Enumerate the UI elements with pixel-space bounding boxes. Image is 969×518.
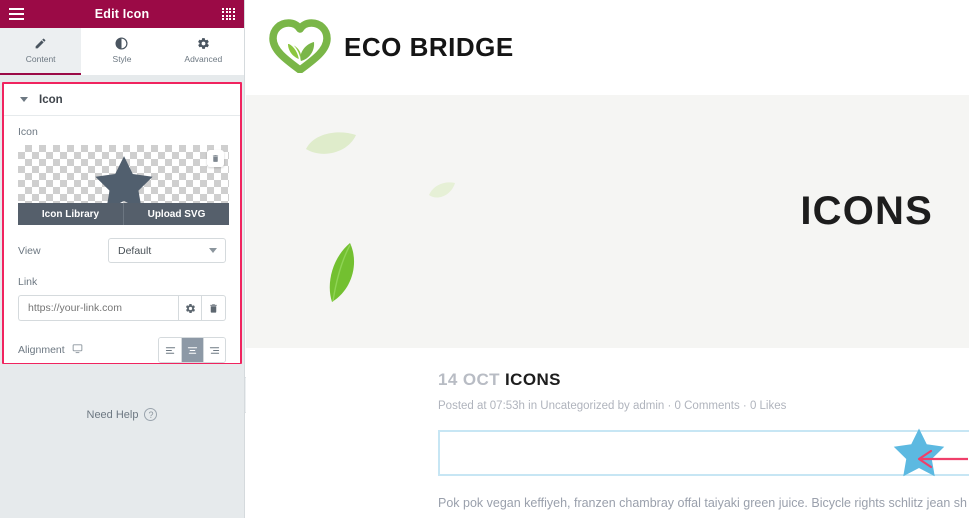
icon-source-bar: Icon Library Upload SVG (18, 203, 229, 225)
hero-title: ICONS (800, 189, 933, 233)
link-field: Link (18, 276, 226, 321)
view-select[interactable]: Default (108, 238, 226, 263)
link-input[interactable] (18, 295, 178, 321)
panel-header: Edit Icon (0, 0, 244, 28)
left-arrow-annotation-icon (914, 448, 969, 475)
view-row: View Default (18, 238, 226, 263)
help-question-icon: ? (144, 408, 158, 421)
tab-content-label: Content (25, 54, 56, 64)
align-right-button[interactable] (203, 338, 225, 362)
icon-section-body: Icon Icon Library Upload SVG View Defaul… (4, 116, 240, 363)
post-body-text: Pok pok vegan keffiyeh, franzen chambray… (438, 496, 967, 510)
decor-leaf-3 (328, 242, 360, 309)
chevron-down-icon (209, 248, 217, 253)
site-logo-text: ECO BRIDGE (344, 32, 514, 62)
icon-preview-box[interactable]: Icon Library Upload SVG (18, 145, 229, 225)
screen-root: Edit Icon Content Style Advanced Icon Ic… (0, 0, 969, 518)
tab-advanced-label: Advanced (184, 54, 223, 64)
decor-leaf-1 (304, 129, 358, 164)
gear-icon (197, 37, 210, 50)
link-delete-button[interactable] (202, 295, 226, 321)
icon-field-label: Icon (18, 126, 38, 138)
alignment-label-group: Alignment (18, 343, 83, 357)
post-meta: Posted at 07:53h in Uncategorized by adm… (438, 400, 787, 412)
hamburger-icon[interactable] (9, 8, 24, 20)
link-settings-button[interactable] (178, 295, 202, 321)
contrast-half-circle-icon (115, 37, 128, 50)
decor-leaf-2 (428, 181, 456, 206)
tab-style-label: Style (112, 54, 132, 64)
link-row (18, 295, 226, 321)
post-date: 14 OCT (438, 370, 500, 389)
icon-preview-delete-button[interactable] (207, 150, 224, 167)
desktop-icon[interactable] (72, 343, 83, 357)
need-help-label: Need Help (86, 408, 139, 421)
hero-section: ICONS (246, 95, 969, 348)
panel-tabs: Content Style Advanced (0, 28, 244, 75)
tab-content[interactable]: Content (0, 28, 82, 75)
alignment-row: Alignment (18, 337, 226, 363)
tab-advanced[interactable]: Advanced (162, 28, 244, 75)
panel-title: Edit Icon (94, 7, 150, 21)
view-select-value: Default (118, 244, 152, 257)
eco-heart-leaf-logo-icon (269, 17, 331, 78)
editor-panel: Edit Icon Content Style Advanced Icon Ic… (0, 0, 245, 518)
site-preview: ECO BRIDGE ICONS 14 OCT ICONS Posted at … (246, 0, 969, 518)
site-logo[interactable]: ECO BRIDGE (269, 17, 514, 78)
align-left-button[interactable] (159, 338, 181, 362)
post-heading: 14 OCT ICONS (246, 370, 969, 390)
view-label: View (18, 244, 41, 257)
upload-svg-button[interactable]: Upload SVG (123, 203, 229, 225)
pencil-icon (34, 37, 47, 50)
post-title-text: ICONS (505, 370, 561, 389)
post-area: 14 OCT ICONS Posted at 07:53h in Uncateg… (246, 348, 969, 510)
icon-section-header[interactable]: Icon (4, 84, 240, 116)
icon-widget-selected[interactable] (438, 428, 969, 477)
align-center-button[interactable] (181, 338, 203, 362)
icon-section-title: Icon (39, 93, 63, 106)
grid-apps-icon[interactable] (222, 7, 235, 21)
caret-down-icon (20, 97, 28, 102)
alignment-label: Alignment (18, 344, 65, 356)
icon-section-highlight: Icon Icon Icon Library Upload SVG View D… (2, 82, 242, 364)
icon-library-button[interactable]: Icon Library (18, 203, 123, 225)
need-help-button[interactable]: Need Help ? (0, 408, 244, 421)
alignment-button-group (158, 337, 226, 363)
site-header: ECO BRIDGE (246, 0, 969, 95)
tab-style[interactable]: Style (81, 28, 163, 75)
link-label: Link (18, 276, 38, 288)
